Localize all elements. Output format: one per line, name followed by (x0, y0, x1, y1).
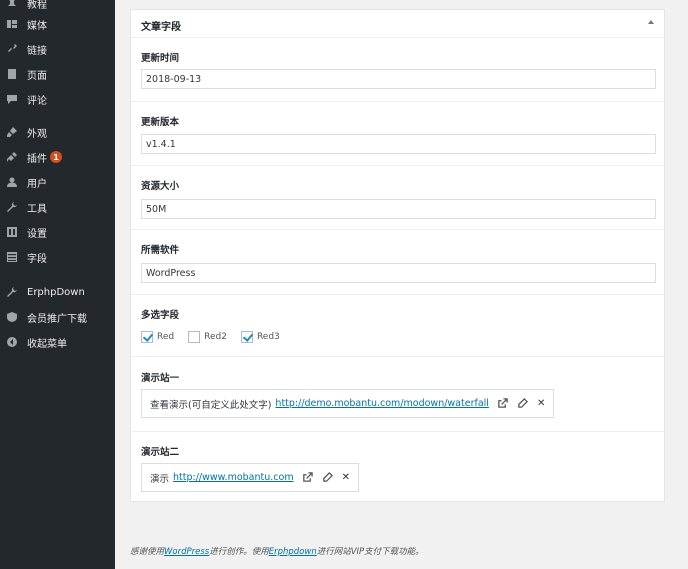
sidebar-item-erphpdown[interactable]: ErphpDown (0, 281, 115, 303)
option-red3[interactable]: Red3 (240, 331, 280, 343)
option-red[interactable]: Red (141, 331, 174, 343)
fields-icon (5, 250, 19, 264)
sidebar-item-label: 字段 (27, 253, 47, 265)
page-icon (5, 67, 19, 81)
option-label: Red2 (204, 332, 227, 342)
demo2-link-box: 演示 http://www.mobantu.com ✕ (141, 463, 359, 492)
admin-footer: 感谢使用WordPress进行创作。使用Erphpdown进行网站VIP支付下载… (130, 545, 424, 557)
footer-text: 进行网站VIP支付下载功能。 (316, 547, 424, 557)
demo1-text: 查看演示(可自定义此处文字) (150, 399, 272, 411)
version-label: 更新版本 (141, 117, 180, 128)
software-input[interactable] (141, 263, 656, 283)
divider (131, 431, 664, 432)
edit-pencil-icon[interactable] (517, 398, 529, 410)
divider (131, 229, 664, 230)
option-red2[interactable]: Red2 (188, 331, 227, 343)
sidebar-item-label: 链接 (27, 45, 47, 57)
user-icon (5, 175, 19, 189)
update-time-label: 更新时间 (141, 53, 180, 64)
post-fields-metabox: 文章字段 更新时间 更新版本 资源大小 所需软件 多选字段 Red Red2 R… (130, 9, 665, 502)
sidebar-item-label: 评论 (27, 95, 47, 107)
option-label: Red (157, 332, 175, 342)
wrench-icon (5, 285, 19, 299)
sidebar-item-label: 页面 (27, 70, 47, 82)
sidebar-item-tutorial[interactable]: 教程 (0, 0, 115, 14)
software-label: 所需软件 (141, 245, 180, 256)
brush-icon (5, 125, 19, 139)
multi-select-label: 多选字段 (141, 310, 180, 321)
option-red2-checkbox[interactable] (188, 331, 201, 343)
wordpress-link[interactable]: WordPress (164, 547, 209, 557)
sidebar-item-affiliate[interactable]: 会员推广下载 (0, 306, 115, 328)
version-input[interactable] (141, 134, 656, 154)
shield-icon (5, 310, 19, 324)
option-red3-checkbox[interactable] (240, 331, 253, 343)
admin-sidebar: 教程 媒体 链接 页面 评论 外观 插件 1 用户 工具 设置 字段 Erphp… (0, 0, 115, 569)
collapse-icon (5, 335, 19, 349)
sidebar-item-media[interactable]: 媒体 (0, 13, 115, 35)
sidebar-item-label: 收起菜单 (27, 338, 67, 350)
comment-icon (5, 92, 19, 106)
remove-link-icon[interactable]: ✕ (342, 472, 350, 483)
divider (131, 165, 664, 166)
demo1-label: 演示站一 (141, 373, 180, 384)
edit-pencil-icon[interactable] (322, 472, 334, 484)
collapse-toggle-icon[interactable] (648, 20, 654, 24)
option-red-checkbox[interactable] (141, 331, 153, 343)
demo2-url-link[interactable]: http://www.mobantu.com (173, 472, 294, 483)
wrench-icon (5, 200, 19, 214)
sidebar-item-fields[interactable]: 字段 (0, 246, 115, 268)
demo2-label: 演示站二 (141, 447, 180, 458)
plugin-icon (5, 150, 19, 164)
update-time-input[interactable] (141, 69, 656, 89)
link-icon (5, 42, 19, 56)
sidebar-item-plugins[interactable]: 插件 1 (0, 146, 115, 168)
sidebar-item-appearance[interactable]: 外观 (0, 121, 115, 143)
erphpdown-link[interactable]: Erphpdown (269, 547, 317, 557)
demo1-url-link[interactable]: http://demo.mobantu.com/modown/waterfall (275, 398, 489, 409)
sidebar-item-pages[interactable]: 页面 (0, 63, 115, 85)
footer-text: 进行创作。使用 (209, 547, 269, 557)
media-icon (5, 17, 19, 31)
divider (131, 294, 664, 295)
divider (131, 356, 664, 357)
size-input[interactable] (141, 199, 656, 219)
sidebar-item-links[interactable]: 链接 (0, 38, 115, 60)
sidebar-item-label: 会员推广下载 (27, 313, 87, 325)
pin-icon (5, 0, 19, 10)
settings-icon (5, 225, 19, 239)
demo2-text: 演示 (150, 473, 170, 485)
sidebar-item-label: 外观 (27, 128, 47, 140)
metabox-header[interactable]: 文章字段 (131, 10, 664, 38)
external-link-icon[interactable] (497, 398, 509, 410)
remove-link-icon[interactable]: ✕ (537, 398, 545, 409)
footer-text: 感谢使用 (130, 547, 165, 557)
sidebar-item-users[interactable]: 用户 (0, 171, 115, 193)
option-label: Red3 (256, 332, 280, 342)
sidebar-item-label: 媒体 (27, 20, 47, 32)
sidebar-item-comments[interactable]: 评论 (0, 88, 115, 110)
external-link-icon[interactable] (302, 472, 314, 484)
size-label: 资源大小 (141, 181, 180, 192)
sidebar-item-label: 教程 (27, 0, 47, 11)
sidebar-item-label: ErphpDown (27, 286, 85, 298)
update-count-badge: 1 (50, 151, 62, 163)
metabox-title: 文章字段 (141, 22, 181, 33)
sidebar-item-label: 用户 (27, 178, 47, 190)
demo1-link-box: 查看演示(可自定义此处文字) http://demo.mobantu.com/m… (141, 389, 555, 418)
sidebar-item-label: 插件 (27, 153, 47, 165)
sidebar-item-label: 设置 (27, 228, 47, 240)
multi-select-options: Red Red2 Red3 (141, 331, 294, 343)
sidebar-item-settings[interactable]: 设置 (0, 221, 115, 243)
sidebar-item-tools[interactable]: 工具 (0, 196, 115, 218)
divider (131, 101, 664, 102)
collapse-menu-button[interactable]: 收起菜单 (0, 331, 115, 353)
sidebar-item-label: 工具 (27, 203, 47, 215)
